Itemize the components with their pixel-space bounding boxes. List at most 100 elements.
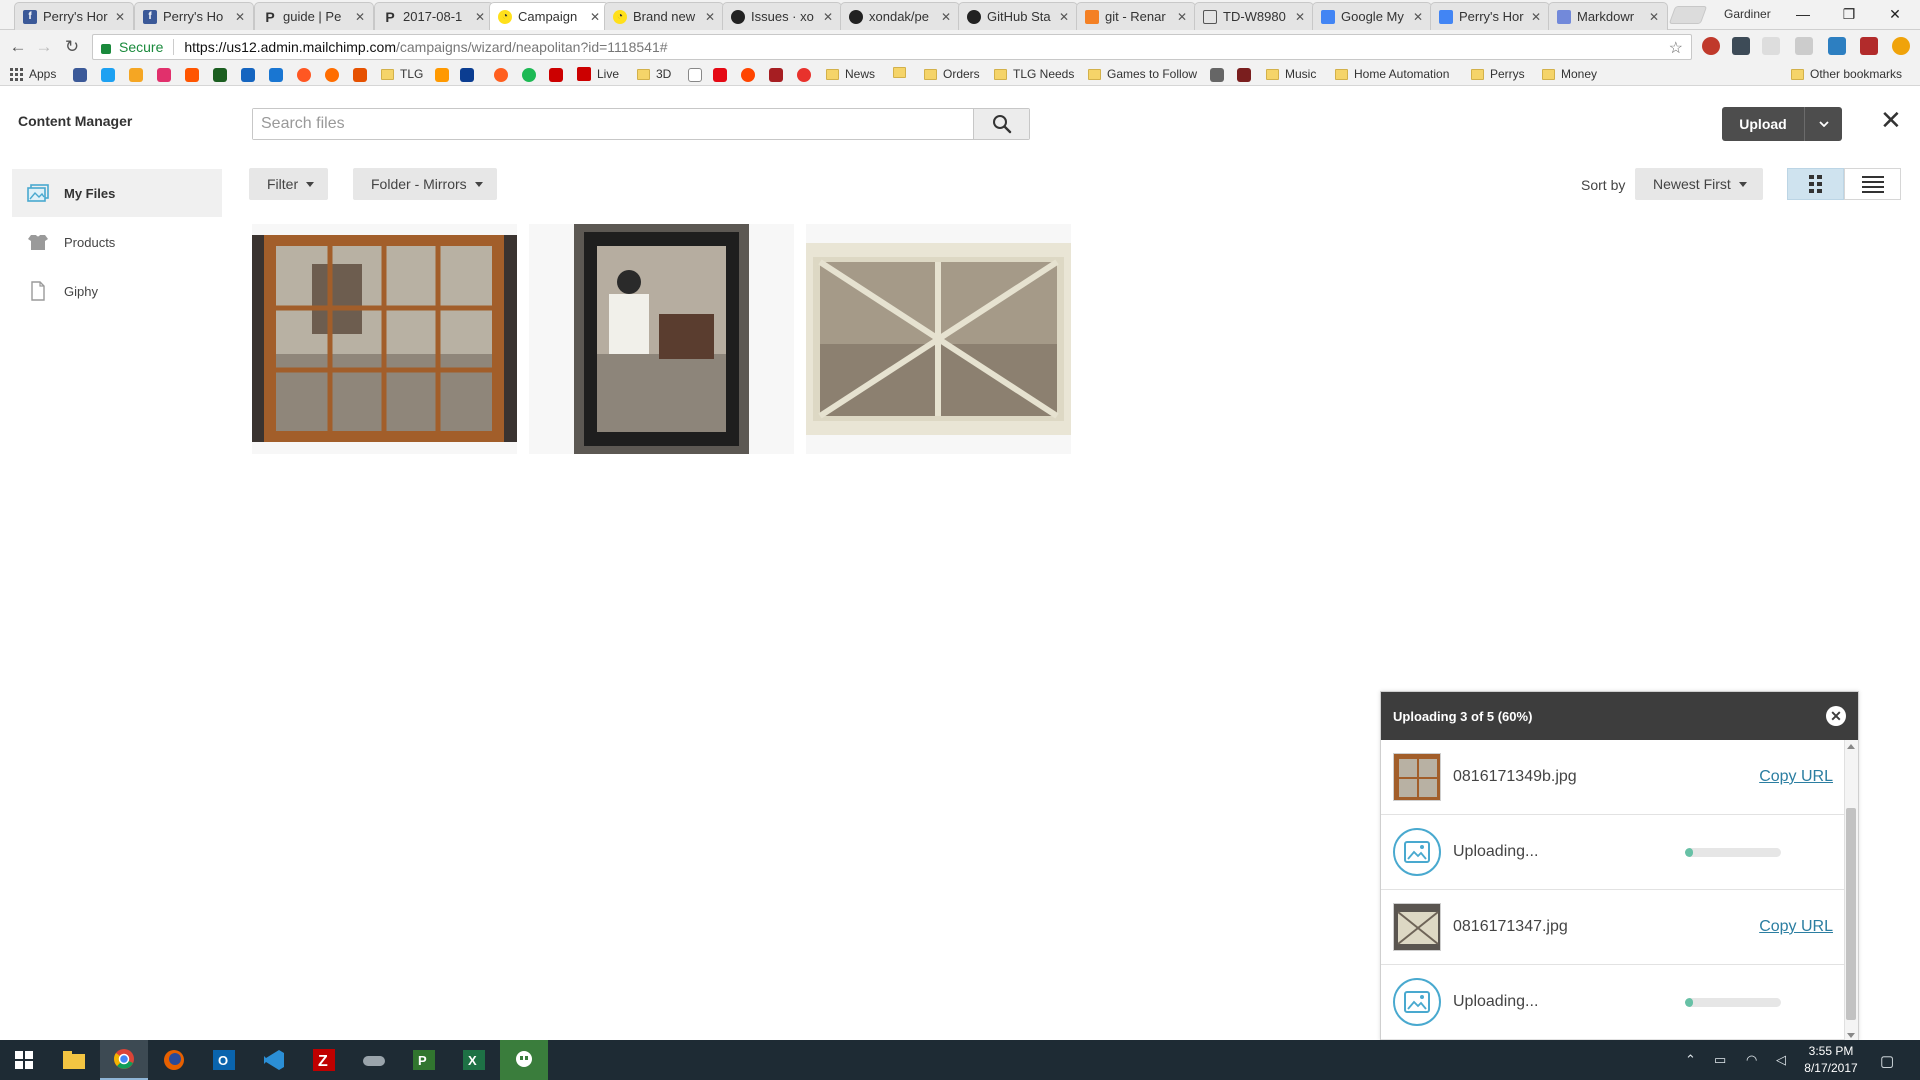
amazon-icon[interactable] (435, 68, 449, 82)
list-view-button[interactable] (1844, 168, 1901, 200)
bookmark-tlg[interactable]: TLG (381, 67, 423, 81)
bookmark-apps[interactable]: Apps (10, 67, 56, 81)
bookmark-games-to-follow[interactable]: Games to Follow (1088, 67, 1197, 81)
copy-url-link[interactable]: Copy URL (1759, 768, 1833, 786)
extension-icon[interactable] (1732, 37, 1750, 55)
mail-icon[interactable] (241, 68, 255, 82)
reddit-icon[interactable] (741, 68, 755, 82)
orange-circle-icon[interactable] (325, 68, 339, 82)
sort-dropdown[interactable]: Newest First (1635, 168, 1763, 200)
star-bookmark-icon[interactable] (129, 68, 143, 82)
soundcloud-icon[interactable] (185, 68, 199, 82)
forward-icon[interactable]: → (32, 35, 56, 59)
upload-button[interactable]: Upload (1722, 107, 1804, 141)
bookmark-star-icon[interactable]: ☆ (1669, 38, 1683, 58)
spotify-icon[interactable] (522, 68, 536, 82)
extension-icon[interactable] (1828, 37, 1846, 55)
scroll-down-icon[interactable] (1847, 1033, 1855, 1038)
bookmark-music[interactable]: Music (1266, 67, 1316, 81)
tab-issues[interactable]: Issues · xo ✕ (722, 2, 842, 30)
tab-brand-new[interactable]: ◔ Brand new ✕ (604, 2, 724, 30)
file-explorer-icon[interactable] (50, 1040, 98, 1080)
address-bar[interactable]: Secure https://us12.admin.mailchimp.com … (92, 34, 1692, 60)
file-thumbnail-3[interactable] (806, 224, 1071, 454)
tab-guide[interactable]: P guide | Pe ✕ (254, 2, 374, 30)
tab-close-icon[interactable]: ✕ (1175, 10, 1189, 24)
volume-icon[interactable]: ◁ (1776, 1052, 1786, 1068)
orange-circle-icon[interactable] (494, 68, 508, 82)
tab-campaign[interactable]: ◔ Campaign ✕ (489, 2, 609, 30)
profile-name[interactable]: Gardiner (1724, 7, 1771, 21)
adblock-icon[interactable] (1702, 37, 1720, 55)
blue-app-icon[interactable] (460, 68, 474, 82)
tab-close-icon[interactable]: ✕ (821, 10, 835, 24)
netflix-icon[interactable] (713, 68, 727, 82)
tab-close-icon[interactable]: ✕ (353, 10, 367, 24)
game-controller-icon[interactable] (350, 1040, 398, 1080)
tab-close-icon[interactable]: ✕ (1411, 10, 1425, 24)
scrollbar-thumb[interactable] (1846, 808, 1856, 1020)
search-button[interactable] (973, 109, 1029, 139)
extension-icon[interactable] (1795, 37, 1813, 55)
back-icon[interactable]: ← (6, 35, 30, 59)
bookmark-news[interactable]: News (826, 67, 875, 81)
bookmark-tlg-needs[interactable]: TLG Needs (994, 67, 1074, 81)
tab-close-icon[interactable]: ✕ (703, 10, 717, 24)
tab-close-icon[interactable]: ✕ (1057, 10, 1071, 24)
bookmark-orders[interactable]: Orders (924, 67, 980, 81)
windows-start-icon[interactable] (0, 1040, 48, 1080)
tab-close-icon[interactable]: ✕ (1293, 10, 1307, 24)
tab-git-rename[interactable]: git - Renar ✕ (1076, 2, 1196, 30)
visual-studio-code-icon[interactable] (250, 1040, 298, 1080)
tab-close-icon[interactable]: ✕ (473, 10, 487, 24)
chrome-icon[interactable] (100, 1040, 148, 1080)
sidebar-item-my-files[interactable]: My Files (12, 169, 222, 217)
bookmark-3d[interactable]: 3D (637, 67, 671, 81)
tab-close-icon[interactable]: ✕ (939, 10, 953, 24)
youtube-icon[interactable] (549, 68, 563, 82)
wifi-icon[interactable]: ◠ (1746, 1052, 1757, 1068)
tab-close-icon[interactable]: ✕ (588, 10, 602, 24)
copy-url-link[interactable]: Copy URL (1759, 918, 1833, 936)
red-circle-icon[interactable] (797, 68, 811, 82)
filezilla-icon[interactable]: Z (300, 1040, 348, 1080)
tab-perrys-facebook-1[interactable]: f Perry's Hor ✕ (14, 2, 134, 30)
adobe-icon[interactable] (769, 68, 783, 82)
tab-2017-08[interactable]: P 2017-08-1 ✕ (374, 2, 494, 30)
tab-perrys-google[interactable]: Perry's Hor ✕ (1430, 2, 1550, 30)
orange-circle-icon[interactable] (297, 68, 311, 82)
restore-icon[interactable]: ❐ (1826, 0, 1872, 28)
reload-icon[interactable]: ↻ (60, 35, 84, 59)
chrome-menu-alert-icon[interactable] (1892, 37, 1910, 55)
filter-dropdown[interactable]: Filter (249, 168, 329, 200)
taskbar-clock[interactable]: 3:55 PM 8/17/2017 (1786, 1043, 1876, 1077)
crown-icon[interactable] (1210, 68, 1224, 82)
mail-icon[interactable] (269, 68, 283, 82)
tab-close-icon[interactable]: ✕ (1529, 10, 1543, 24)
green-app-icon[interactable] (213, 68, 227, 82)
app-icon[interactable] (1237, 68, 1251, 82)
file-thumbnail-1[interactable] (252, 224, 517, 454)
close-icon[interactable]: ✕ (1826, 706, 1846, 726)
facebook-icon[interactable] (73, 68, 87, 82)
minimize-icon[interactable]: — (1780, 0, 1826, 28)
outlook-icon[interactable]: O (200, 1040, 248, 1080)
tab-perrys-facebook-2[interactable]: f Perry's Ho ✕ (134, 2, 254, 30)
extension-icon[interactable] (1762, 37, 1780, 55)
excel-icon[interactable]: X (450, 1040, 498, 1080)
grid-view-button[interactable] (1787, 168, 1844, 200)
battery-icon[interactable]: ▭ (1714, 1052, 1726, 1068)
tab-github-status[interactable]: GitHub Sta ✕ (958, 2, 1078, 30)
project-icon[interactable]: P (400, 1040, 448, 1080)
hangouts-icon[interactable] (500, 1040, 548, 1080)
extension-icon[interactable] (1860, 37, 1878, 55)
firefox-icon[interactable] (150, 1040, 198, 1080)
bookmark-other[interactable]: Other bookmarks (1791, 67, 1902, 81)
scroll-up-icon[interactable] (1847, 744, 1855, 749)
tab-xondak[interactable]: xondak/pe ✕ (840, 2, 960, 30)
page-icon[interactable] (688, 68, 702, 82)
twitter-icon[interactable] (101, 68, 115, 82)
bookmark-home-automation[interactable]: Home Automation (1335, 67, 1449, 81)
folder-dropdown[interactable]: Folder - Mirrors (353, 168, 497, 200)
instagram-icon[interactable] (157, 68, 171, 82)
